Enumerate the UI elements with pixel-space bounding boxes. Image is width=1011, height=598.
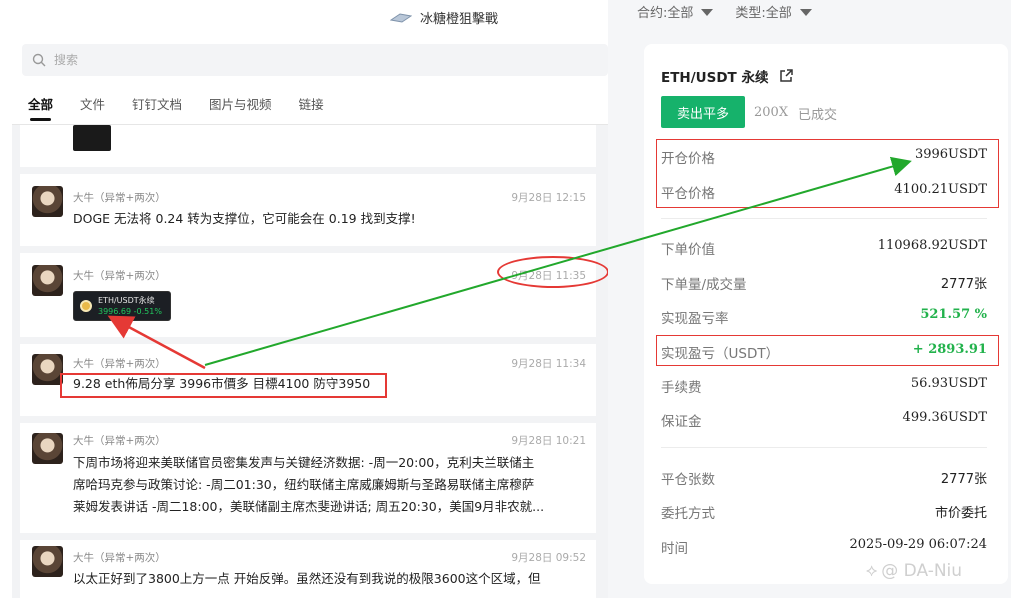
- avatar[interactable]: [32, 433, 63, 464]
- group-logo-icon: [390, 12, 412, 24]
- row-value: 2025-09-29 06:07:24: [849, 537, 987, 552]
- row-label: 实现盈亏率: [661, 311, 729, 327]
- sender-name: 大牛（异常+两次）: [73, 358, 166, 370]
- message-line: 下周市场将迎来美联储官员密集发声与关键经济数据: -周一20:00，克利夫兰联储…: [73, 455, 535, 470]
- tab-dingtalk-docs[interactable]: 钉钉文档: [132, 94, 182, 121]
- message-card: 大牛（异常+两次） 9月28日 10:21 下周市场将迎来美联储官员密集发声与关…: [20, 423, 596, 533]
- chat-header: 冰糖橙狙擊戰: [390, 8, 498, 27]
- row-value: 2777张: [940, 277, 987, 292]
- highlight-box-message: [60, 373, 387, 398]
- highlight-box-pnl: [656, 335, 999, 366]
- chevron-down-icon: [701, 9, 714, 16]
- chevron-down-icon: [799, 9, 812, 16]
- trade-card-sticker[interactable]: ETH/USDT永续 3996.69 -0.51%: [73, 291, 171, 321]
- message-time: 9月28日 11:34: [511, 358, 586, 370]
- row-value: 市价委托: [934, 506, 987, 521]
- leverage: 200X: [754, 105, 789, 120]
- eth-coin-icon: [80, 300, 92, 312]
- message-time: 9月28日 10:21: [511, 435, 586, 447]
- message-text: 以太正好到了3800上方一点 开始反弹。虽然还没有到我说的极限3600这个区域，…: [73, 571, 541, 586]
- watermark-text: @ DA-Niu: [881, 561, 963, 581]
- row-value: 2777张: [940, 472, 987, 487]
- row-label: 下单量/成交量: [661, 277, 747, 293]
- search-bar[interactable]: [22, 44, 608, 76]
- type-filter[interactable]: 类型:全部: [735, 2, 812, 21]
- sender-name: 大牛（异常+两次）: [73, 270, 166, 282]
- order-panel: 合约:全部 类型:全部 ETH/USDT 永续 卖出平多 200X 已成交 开仓…: [608, 0, 1011, 598]
- row-label: 委托方式: [661, 506, 715, 522]
- row-value: 110968.92USDT: [877, 238, 987, 253]
- filter-bar: 合约:全部 类型:全部: [637, 2, 812, 21]
- message-card: 大牛（异常+两次） 9月28日 12:15 DOGE 无法将 0.24 转为支撑…: [20, 174, 596, 246]
- tab-all[interactable]: 全部: [28, 94, 53, 121]
- row-value: 56.93USDT: [910, 376, 987, 391]
- pair-name: ETH/USDT 永续: [661, 70, 769, 86]
- avatar[interactable]: [32, 265, 63, 296]
- tab-files[interactable]: 文件: [80, 94, 105, 121]
- group-title: 冰糖橙狙擊戰: [420, 12, 499, 27]
- tab-links[interactable]: 链接: [299, 94, 324, 121]
- row-label: 保证金: [661, 414, 702, 430]
- search-input[interactable]: [54, 53, 454, 67]
- message-card: [20, 125, 596, 167]
- highlight-oval-time: [497, 256, 608, 288]
- chat-panel: 冰糖橙狙擊戰 全部 文件 钉钉文档 图片与视频 链接 大牛（异常+两次） 9月2…: [0, 0, 608, 598]
- watermark: ⟡ @ DA-Niu: [866, 561, 962, 581]
- search-icon: [32, 53, 46, 67]
- watermark-logo-icon: ⟡: [866, 561, 878, 581]
- row-value: 521.57 %: [920, 307, 987, 322]
- sender-name: 大牛（异常+两次）: [73, 192, 166, 204]
- row-label: 手续费: [661, 380, 702, 396]
- message-time: 9月28日 09:52: [511, 552, 586, 564]
- highlight-box-prices: [656, 139, 999, 208]
- row-label: 下单价值: [661, 242, 715, 258]
- message-feed[interactable]: 大牛（异常+两次） 9月28日 12:15 DOGE 无法将 0.24 转为支撑…: [12, 125, 608, 598]
- message-line: 莱姆发表讲话 -周二18:00，美联储副主席杰斐逊讲话; 周五20:30，美国9…: [73, 499, 545, 514]
- order-card: ETH/USDT 永续 卖出平多 200X 已成交 开仓价格 3996USDT …: [644, 44, 1008, 584]
- divider: [661, 447, 987, 448]
- avatar[interactable]: [32, 354, 63, 385]
- row-label: 时间: [661, 541, 688, 557]
- contract-filter-label: 合约:全部: [637, 6, 694, 21]
- type-filter-label: 类型:全部: [735, 6, 792, 21]
- message-text: DOGE 无法将 0.24 转为支撑位，它可能会在 0.19 找到支撑!: [73, 211, 416, 226]
- side-badge: 卖出平多: [661, 96, 745, 128]
- contract-filter[interactable]: 合约:全部: [637, 2, 714, 21]
- share-icon[interactable]: [778, 68, 794, 84]
- sender-name: 大牛（异常+两次）: [73, 552, 166, 564]
- order-status: 已成交: [798, 108, 838, 123]
- sender-name: 大牛（异常+两次）: [73, 435, 166, 447]
- image-thumbnail[interactable]: [73, 125, 111, 151]
- message-time: 9月28日 12:15: [511, 192, 586, 204]
- row-value: 499.36USDT: [902, 410, 987, 425]
- message-card: 大牛（异常+两次） 9月28日 09:52 以太正好到了3800上方一点 开始反…: [20, 540, 596, 598]
- divider: [661, 218, 987, 219]
- message-line: 席哈玛克参与政策讨论: -周二01:30，纽约联储主席威廉姆斯与圣路易联储主席穆…: [73, 477, 535, 492]
- sticker-price: 3996.69 -0.51%: [98, 307, 162, 316]
- avatar[interactable]: [32, 546, 63, 577]
- tab-media[interactable]: 图片与视频: [209, 94, 272, 121]
- avatar[interactable]: [32, 186, 63, 217]
- row-label: 平仓张数: [661, 472, 715, 488]
- sticker-pair: ETH/USDT永续: [98, 296, 155, 305]
- order-pair-header: ETH/USDT 永续: [661, 66, 794, 86]
- tab-bar: 全部 文件 钉钉文档 图片与视频 链接: [28, 94, 351, 121]
